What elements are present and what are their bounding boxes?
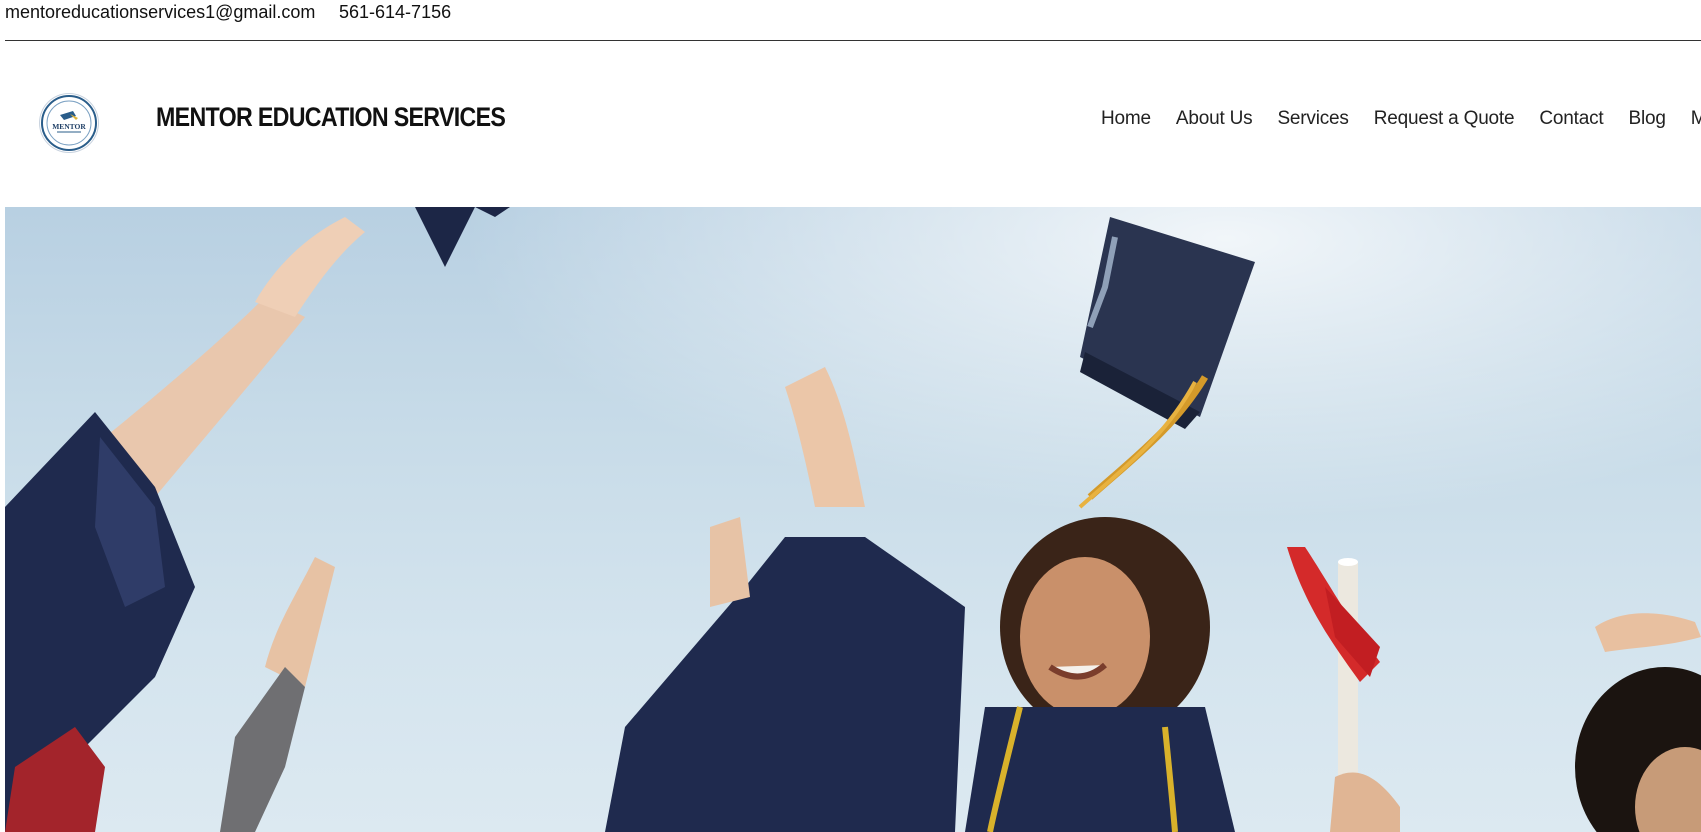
page: mentoreducationservices1@gmail.com 561-6… (0, 0, 1701, 832)
nav-contact[interactable]: Contact (1539, 108, 1603, 136)
contact-bar: mentoreducationservices1@gmail.com 561-6… (5, 0, 1701, 41)
phone-link[interactable]: 561-614-7156 (339, 2, 451, 23)
email-link[interactable]: mentoreducationservices1@gmail.com (5, 2, 315, 23)
graduation-photo-icon (5, 207, 1701, 832)
nav-services[interactable]: Services (1277, 108, 1348, 136)
hero-image (5, 207, 1701, 832)
nav-about-us[interactable]: About Us (1176, 108, 1253, 136)
site-header: MENTOR MENTOR EDUCATION SERVICES Home Ab… (0, 41, 1701, 206)
nav-home[interactable]: Home (1101, 108, 1151, 136)
nav-blog[interactable]: Blog (1628, 108, 1665, 136)
logo-badge-icon: MENTOR (41, 95, 97, 151)
main-nav: Home About Us Services Request a Quote C… (1101, 108, 1701, 136)
nav-more[interactable]: More (1691, 108, 1701, 136)
nav-request-quote[interactable]: Request a Quote (1374, 108, 1515, 136)
logo[interactable]: MENTOR (40, 94, 98, 152)
logo-text: MENTOR (52, 122, 86, 131)
site-title[interactable]: MENTOR EDUCATION SERVICES (156, 102, 506, 133)
